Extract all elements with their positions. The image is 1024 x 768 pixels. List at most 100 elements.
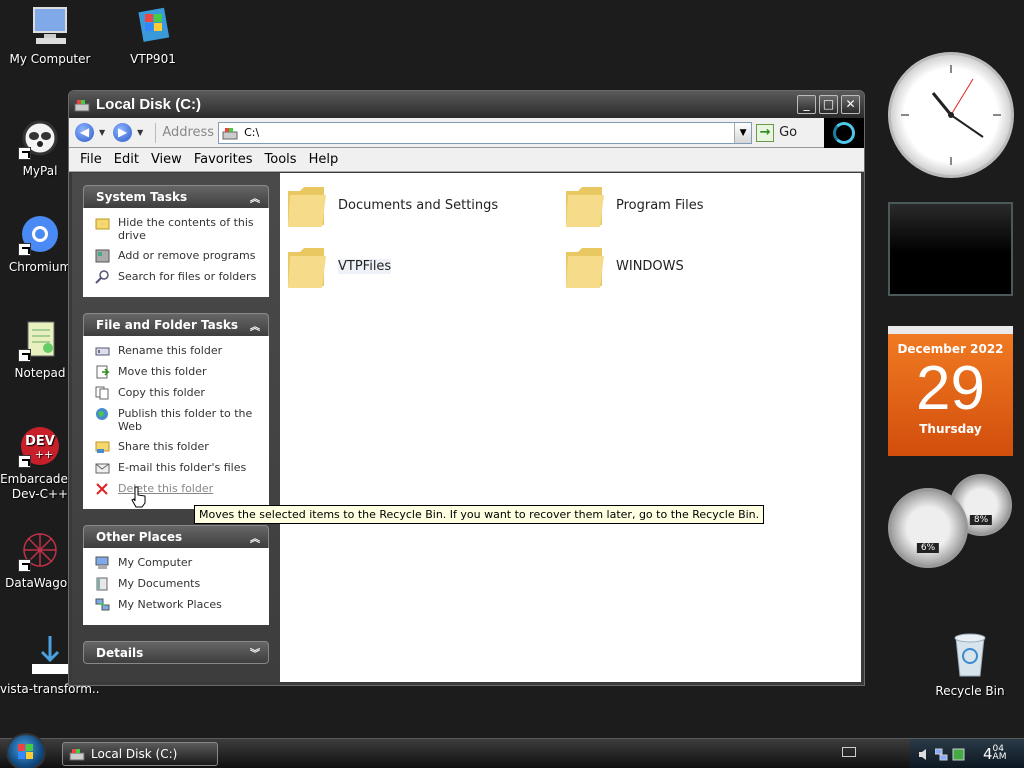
back-dropdown-icon[interactable]: ▼ — [99, 128, 105, 137]
minimize-button[interactable]: _ — [797, 95, 816, 114]
menu-file[interactable]: File — [74, 152, 108, 167]
clock-face-icon — [901, 65, 1001, 165]
expand-chevron-icon[interactable]: ︾ — [250, 645, 260, 660]
task-add-remove-programs[interactable]: Add or remove programs — [95, 249, 259, 263]
network-icon[interactable] — [934, 748, 948, 761]
window-title: Local Disk (C:) — [96, 96, 202, 113]
task-copy-folder[interactable]: Copy this folder — [95, 386, 259, 400]
place-my-network[interactable]: My Network Places — [95, 598, 259, 612]
details-header[interactable]: Details ︾ — [83, 641, 269, 664]
address-dropdown-icon[interactable]: ▼ — [734, 122, 752, 143]
shortcut-arrow-icon — [18, 349, 31, 362]
folder-item[interactable]: Documents and Settings — [286, 181, 498, 229]
folder-item[interactable]: WINDOWS — [564, 242, 684, 290]
desktop-icon-recycle-bin[interactable]: Recycle Bin — [930, 630, 1010, 698]
system-tasks-header[interactable]: System Tasks ︽ — [83, 185, 269, 208]
calendar-gadget[interactable]: December 2022 29 Thursday — [888, 326, 1013, 456]
desktop-icon-label: Recycle Bin — [935, 684, 1005, 698]
computer-icon — [28, 4, 72, 48]
drive-icon — [69, 747, 85, 761]
folder-icon — [95, 216, 110, 230]
collapse-chevron-icon[interactable]: ︽ — [250, 190, 260, 205]
file-list[interactable]: Documents and Settings Program Files VTP… — [280, 173, 861, 682]
cpu-percent: 6% — [916, 543, 940, 553]
place-label: My Computer — [118, 556, 193, 569]
address-label: Address — [162, 125, 215, 140]
volume-icon[interactable] — [918, 748, 931, 761]
svg-text:DEV: DEV — [25, 434, 55, 449]
forward-button[interactable]: ▶ — [113, 123, 133, 142]
task-delete-folder[interactable]: Delete this folder — [95, 482, 259, 496]
email-icon — [95, 461, 110, 475]
network-icon — [95, 598, 110, 612]
folder-icon — [564, 181, 606, 229]
task-hide-drive-contents[interactable]: Hide the contents of this drive — [95, 216, 259, 242]
drive-icon — [74, 98, 90, 112]
security-icon[interactable] — [952, 748, 965, 761]
back-button[interactable]: ◀ — [75, 123, 94, 142]
clock-time[interactable]: 404 AM — [983, 745, 1007, 764]
throbber-icon — [833, 122, 855, 144]
folder-label: Documents and Settings — [338, 197, 499, 213]
desktop-icon-label: VTP901 — [130, 52, 176, 66]
start-button[interactable] — [6, 733, 46, 768]
task-publish-folder[interactable]: Publish this folder to the Web — [95, 407, 259, 433]
task-email-files[interactable]: E-mail this folder's files — [95, 461, 259, 475]
notepad-icon — [18, 318, 62, 362]
taskbar-item-local-disk[interactable]: Local Disk (C:) — [62, 742, 218, 766]
system-tasks-panel: System Tasks ︽ Hide the contents of this… — [83, 185, 269, 297]
slideshow-gadget[interactable] — [888, 202, 1013, 296]
rename-icon — [95, 344, 110, 358]
copy-icon — [95, 386, 110, 400]
windows-installer-icon — [131, 4, 175, 48]
explorer-window[interactable]: Local Disk (C:) _ □ ✕ ◀ ▼ ▶ ▼ Address C:… — [68, 90, 865, 686]
folder-label: WINDOWS — [616, 258, 684, 274]
menu-tools[interactable]: Tools — [259, 152, 303, 167]
place-label: My Network Places — [118, 598, 222, 611]
place-my-computer[interactable]: My Computer — [95, 556, 259, 570]
desktop-icon-vtp901[interactable]: VTP901 — [103, 4, 203, 66]
toolbar-divider — [155, 122, 157, 143]
file-folder-tasks-header[interactable]: File and Folder Tasks ︽ — [83, 313, 269, 336]
keyboard-icon[interactable] — [842, 747, 856, 757]
folder-item[interactable]: Program Files — [564, 181, 704, 229]
maximize-button[interactable]: □ — [819, 95, 838, 114]
go-button[interactable]: → Go — [756, 123, 797, 142]
close-button[interactable]: ✕ — [841, 95, 860, 114]
menu-view[interactable]: View — [145, 152, 188, 167]
address-value: C:\ — [244, 126, 260, 139]
datawagon-icon — [18, 528, 62, 572]
system-tray: 404 AM — [910, 739, 1024, 768]
collapse-chevron-icon[interactable]: ︽ — [250, 318, 260, 333]
folder-label: Program Files — [616, 197, 704, 213]
drive-icon — [222, 126, 238, 140]
memory-percent: 8% — [969, 515, 993, 525]
clock-gadget[interactable] — [888, 52, 1014, 178]
tooltip: Moves the selected items to the Recycle … — [194, 505, 765, 524]
cpu-gauge[interactable]: 6% — [888, 488, 968, 568]
task-search-files[interactable]: Search for files or folders — [95, 270, 259, 284]
menu-edit[interactable]: Edit — [108, 152, 145, 167]
folder-icon — [286, 181, 328, 229]
clock-ampm: AM — [992, 752, 1007, 762]
folder-item[interactable]: VTPFiles — [286, 242, 392, 290]
dev-cpp-icon: DEV ++ — [18, 424, 62, 468]
collapse-chevron-icon[interactable]: ︽ — [250, 530, 260, 545]
desktop-icon-my-computer[interactable]: My Computer — [0, 4, 100, 66]
task-share-folder[interactable]: Share this folder — [95, 440, 259, 454]
place-my-documents[interactable]: My Documents — [95, 577, 259, 591]
task-pane: System Tasks ︽ Hide the contents of this… — [72, 173, 280, 682]
address-input[interactable]: C:\ ▼ — [218, 121, 753, 144]
menu-help[interactable]: Help — [303, 152, 345, 167]
task-move-folder[interactable]: Move this folder — [95, 365, 259, 379]
add-remove-programs-icon — [95, 249, 110, 263]
other-places-header[interactable]: Other Places ︽ — [83, 525, 269, 548]
title-bar[interactable]: Local Disk (C:) _ □ ✕ — [69, 91, 864, 118]
task-label: Rename this folder — [118, 344, 223, 357]
task-rename-folder[interactable]: Rename this folder — [95, 344, 259, 358]
menu-favorites[interactable]: Favorites — [188, 152, 259, 167]
task-label: Search for files or folders — [118, 270, 257, 283]
calendar-weekday: Thursday — [919, 422, 982, 436]
folder-icon — [286, 242, 328, 290]
forward-dropdown-icon[interactable]: ▼ — [137, 128, 143, 137]
